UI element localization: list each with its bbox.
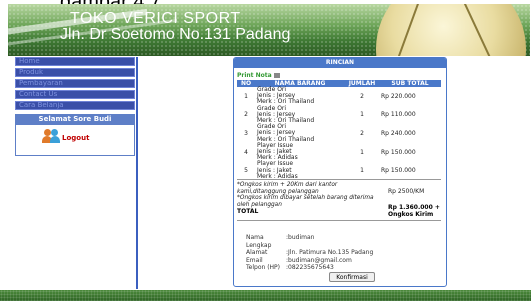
table-row: 1 Grade Ori Jenis : Jersey Merk : Ori Thai… (244, 86, 416, 106)
user-box: Logout (15, 124, 135, 156)
nav-item-produk[interactable]: Produk (15, 68, 135, 77)
table-row: 4 Player Issue Jenis : Jaket Merk : Adidas… (244, 141, 416, 162)
store-address: Jln. Dr Soetomo No.131 Padang (60, 26, 291, 43)
customer-email: :budiman@gmail.com (286, 256, 352, 264)
table-row: 5 Player Issue Jenis : Jaket Merk : Adidas… (244, 160, 416, 180)
logout-link[interactable]: Logout (62, 134, 89, 142)
nav-item-home[interactable]: Home (15, 57, 135, 66)
shipping-rate: Rp 2500/KM (388, 188, 425, 195)
total-value: Rp 1.360.000 + Ongkos Kirim (388, 204, 440, 218)
greeting-label: Selamat Sore Budi (15, 114, 135, 124)
site-footer (0, 290, 531, 301)
print-nota-link[interactable]: Print Nota (237, 72, 280, 79)
nav-item-cara-belanja[interactable]: Cara Belanja (15, 101, 135, 110)
site-header: TOKO VERICI SPORT Jln. Dr Soetomo No.131… (8, 4, 530, 56)
total-label: TOTAL (237, 208, 259, 215)
customer-info: Nama Lengkap:budiman Alamat:Jln. Patimur… (246, 234, 374, 271)
col-jumlah: JUMLAH (345, 80, 379, 87)
col-sub-total: SUB TOTAL (379, 80, 441, 87)
table-row: 3 Grade Ori Jenis : Jersey Merk : Ori Thai… (244, 123, 416, 143)
content-divider (136, 57, 138, 289)
customer-name: :budiman (286, 234, 315, 241)
users-icon (42, 129, 60, 143)
items-table: NO NAMA BARANG JUMLAH SUB TOTAL 1 Grade … (237, 80, 441, 180)
nav-item-contact[interactable]: Contact Us (15, 90, 135, 99)
customer-phone: :082235675643 (286, 264, 334, 271)
shipping-notes: *Ongkos kirim + 20Km dari kantor kami,di… (237, 182, 374, 208)
soccer-ball-image (376, 4, 526, 56)
separator (237, 179, 441, 180)
konfirmasi-button[interactable]: Konfirmasi (329, 272, 375, 282)
customer-address: :Jln. Patimura No.135 Padang (286, 249, 374, 256)
nav-item-pembayaran[interactable]: Pembayaran (15, 79, 135, 88)
separator (237, 220, 441, 221)
sidebar: Home Produk Pembayaran Contact Us Cara B… (15, 57, 135, 156)
printer-icon (273, 73, 280, 78)
col-no: NO (237, 80, 255, 87)
order-detail-panel: RINCIAN Print Nota NO NAMA BARANG JUMLAH… (233, 57, 447, 287)
table-row: 2 Grade Ori Jenis : Jersey Merk : Ori Thai… (244, 104, 416, 125)
panel-title: RINCIAN (234, 58, 446, 68)
